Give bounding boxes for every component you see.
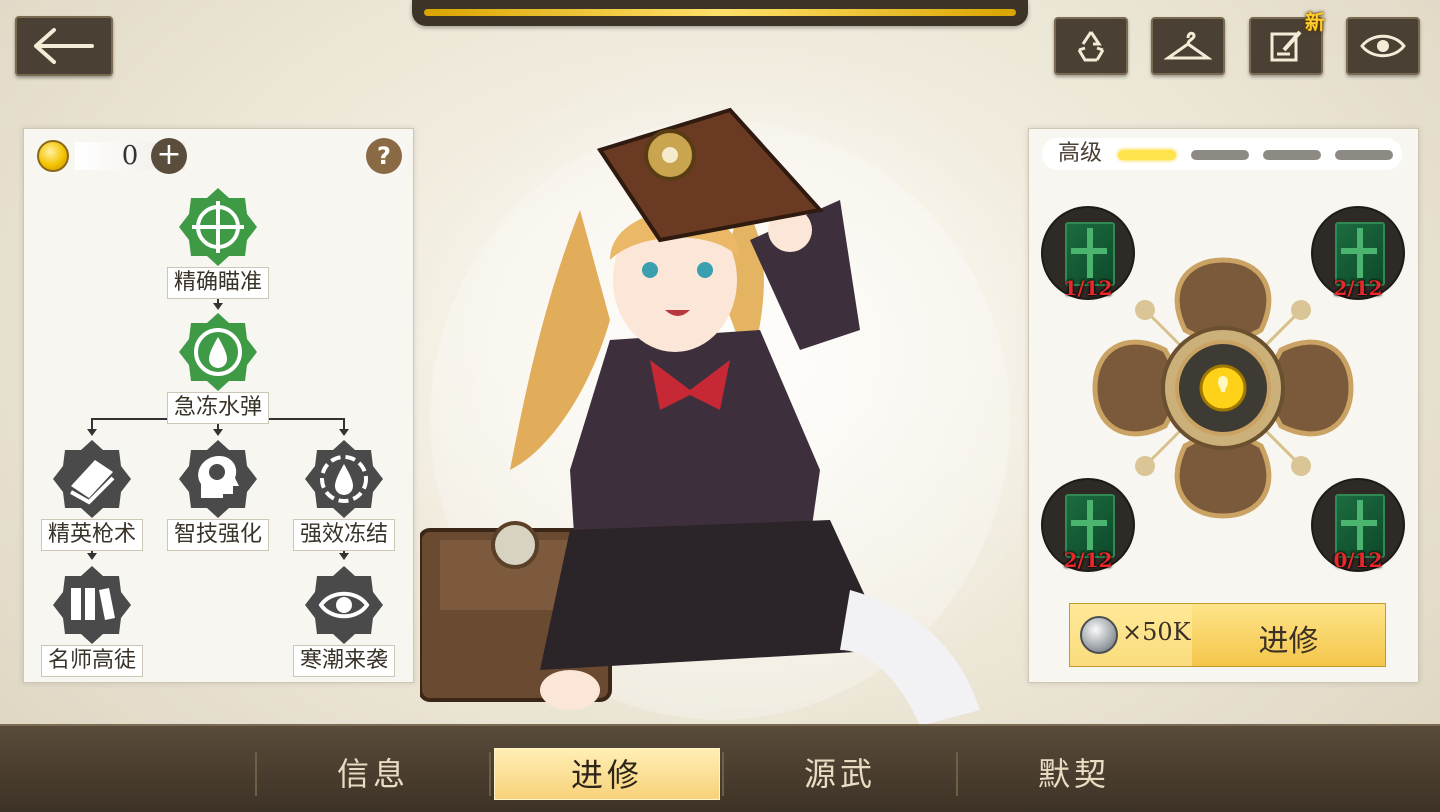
silver-coin-icon [1080, 616, 1118, 654]
skill-label: 强效冻结 [292, 519, 395, 551]
skill-node-potent-freeze[interactable]: 强效冻结 [289, 436, 399, 551]
tab-separator [722, 752, 724, 796]
skill-label: 精确瞄准 [166, 267, 269, 299]
skill-label: 精英枪术 [40, 519, 143, 551]
skill-node-precise-aim[interactable]: 精确瞄准 [163, 184, 273, 299]
bottom-tab-bar [0, 724, 1440, 812]
level-segment [1118, 150, 1176, 160]
wardrobe-button[interactable] [1151, 17, 1225, 75]
level-segment [1191, 150, 1249, 160]
material-count: 0/12 [1333, 548, 1383, 572]
crosshair-icon [179, 188, 257, 266]
tree-arrow [339, 429, 349, 436]
tab-advancement[interactable]: 进修 [494, 748, 720, 800]
view-button[interactable] [1346, 17, 1420, 75]
books-icon [53, 566, 131, 644]
tree-arrow [87, 553, 97, 560]
back-arrow-icon [34, 28, 94, 64]
tab-rapport[interactable]: 默契 [961, 748, 1187, 800]
lightbulb-icon [37, 140, 69, 172]
skill-node-elite-gunmanship[interactable]: 精英枪术 [37, 436, 147, 551]
upgrade-label: 进修 [1258, 624, 1319, 659]
hanger-icon [1164, 31, 1212, 60]
skill-label: 寒潮来袭 [292, 645, 395, 677]
recycle-button[interactable] [1054, 17, 1128, 75]
skill-node-cold-wave[interactable]: 寒潮来袭 [289, 562, 399, 677]
material-count: 2/12 [1063, 548, 1113, 572]
tab-separator [489, 752, 491, 796]
tab-separator [255, 752, 257, 796]
material-slot-top-right[interactable]: 2/12 [1313, 208, 1403, 300]
book-stack-icon [53, 440, 131, 518]
level-label: 高级 [1058, 141, 1103, 166]
cost-value: ×50K [1122, 618, 1191, 646]
material-slot-bottom-left[interactable]: 2/12 [1043, 480, 1133, 572]
new-badge: 新 [1305, 10, 1325, 34]
skill-node-intellect-boost[interactable]: 智技强化 [163, 436, 273, 551]
upgrade-button[interactable]: ×50K 进修 [1069, 603, 1386, 667]
material-slot-bottom-right[interactable]: 0/12 [1313, 480, 1403, 572]
material-count: 2/12 [1333, 276, 1383, 300]
recycle-icon [1077, 31, 1105, 62]
material-count: 1/12 [1063, 276, 1113, 300]
tree-arrow [87, 429, 97, 436]
level-segment [1335, 150, 1393, 160]
tree-arrow [213, 429, 223, 436]
level-segment [1263, 150, 1321, 160]
top-progress-bar [412, 0, 1028, 26]
help-button[interactable]: ? [366, 138, 402, 174]
skill-node-master-apprentice[interactable]: 名师高徒 [37, 562, 147, 677]
add-resource-button[interactable]: + [151, 138, 187, 174]
frost-drop-icon [305, 440, 383, 518]
skill-label: 名师高徒 [40, 645, 143, 677]
skill-label: 急冻水弹 [166, 392, 269, 424]
skill-node-flash-freeze[interactable]: 急冻水弹 [163, 309, 273, 424]
skill-label: 智技强化 [166, 519, 269, 551]
tab-source-weapon[interactable]: 源武 [727, 748, 953, 800]
water-drop-icon [179, 313, 257, 391]
tab-separator [956, 752, 958, 796]
upgrade-cost: ×50K [1070, 604, 1192, 666]
edit-note-icon [1270, 30, 1302, 62]
back-button[interactable] [15, 16, 113, 76]
character-illustration [420, 107, 1010, 726]
material-slot-top-left[interactable]: 1/12 [1043, 208, 1133, 300]
eye-icon [1360, 34, 1406, 58]
brain-gear-icon [179, 440, 257, 518]
tab-info[interactable]: 信息 [260, 748, 486, 800]
cold-eye-icon [305, 566, 383, 644]
tree-arrow [339, 553, 349, 560]
